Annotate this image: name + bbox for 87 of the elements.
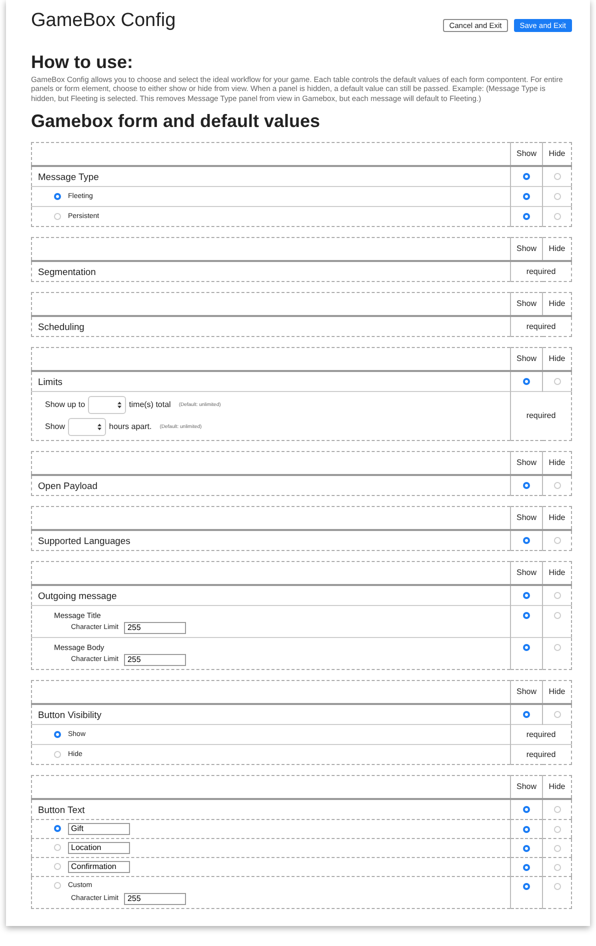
hide-radio[interactable] bbox=[554, 612, 560, 620]
hide-radio[interactable] bbox=[554, 213, 560, 220]
panel-title: Limits bbox=[32, 370, 510, 392]
button-text-field[interactable]: Location bbox=[68, 842, 130, 854]
option-radio[interactable] bbox=[54, 882, 61, 889]
page-title: GameBox Config bbox=[31, 10, 176, 32]
show-radio[interactable] bbox=[523, 193, 530, 200]
panel-title: Segmentation bbox=[32, 260, 510, 282]
hide-radio[interactable] bbox=[554, 173, 560, 180]
hide-radio[interactable] bbox=[554, 193, 560, 200]
required-label: required bbox=[510, 260, 572, 282]
column-header: Hide bbox=[542, 451, 572, 475]
show-radio[interactable] bbox=[523, 482, 530, 490]
hide-radio[interactable] bbox=[554, 806, 560, 814]
option-radio[interactable] bbox=[54, 750, 61, 758]
show-radio[interactable] bbox=[523, 378, 530, 386]
limit-label: Show up to bbox=[45, 400, 86, 410]
hide-radio[interactable] bbox=[554, 644, 560, 652]
show-radio[interactable] bbox=[523, 711, 530, 718]
show-radio[interactable] bbox=[523, 826, 530, 834]
panel-title: Supported Languages bbox=[32, 530, 510, 550]
stepper-icon bbox=[97, 422, 102, 431]
hide-radio[interactable] bbox=[554, 378, 560, 386]
option-radio[interactable] bbox=[54, 825, 61, 832]
hide-radio[interactable] bbox=[554, 864, 560, 872]
column-header: Hide bbox=[542, 292, 572, 316]
column-header: Show bbox=[510, 451, 542, 475]
section-heading: How to use: bbox=[31, 52, 134, 73]
hide-radio[interactable] bbox=[554, 883, 560, 890]
column-header: Hide bbox=[542, 347, 572, 371]
column-header: Show bbox=[510, 775, 542, 799]
hide-radio[interactable] bbox=[554, 711, 560, 718]
panel-title: Message Type bbox=[32, 166, 510, 186]
option-radio[interactable] bbox=[54, 730, 61, 738]
character-limit-field[interactable]: 255 bbox=[124, 622, 186, 634]
limit-label: Show bbox=[45, 422, 66, 432]
hide-radio[interactable] bbox=[554, 592, 560, 600]
panel-title: Scheduling bbox=[32, 316, 510, 336]
hide-radio[interactable] bbox=[554, 537, 560, 544]
show-radio[interactable] bbox=[523, 864, 530, 872]
option-radio[interactable] bbox=[54, 844, 61, 852]
column-header: Show bbox=[510, 680, 542, 704]
column-header: Hide bbox=[542, 775, 572, 799]
column-header: Show bbox=[510, 292, 542, 316]
column-header: Show bbox=[510, 142, 542, 166]
option-radio[interactable] bbox=[54, 863, 61, 870]
column-header: Show bbox=[510, 347, 542, 371]
hide-radio[interactable] bbox=[554, 826, 560, 834]
option-radio[interactable] bbox=[54, 212, 61, 220]
section-heading: Gamebox form and default values bbox=[31, 110, 322, 132]
show-radio[interactable] bbox=[523, 612, 530, 620]
column-header: Show bbox=[510, 561, 542, 585]
column-header: Hide bbox=[542, 142, 572, 166]
show-radio[interactable] bbox=[523, 845, 530, 852]
column-header: Show bbox=[510, 506, 542, 530]
required-label: required bbox=[510, 391, 572, 440]
column-header: Hide bbox=[542, 237, 572, 261]
option-radio[interactable] bbox=[54, 192, 61, 200]
limit-label: hours apart. bbox=[109, 422, 152, 432]
show-radio[interactable] bbox=[523, 173, 530, 180]
required-label: required bbox=[510, 316, 572, 336]
column-header: Hide bbox=[542, 680, 572, 704]
panel-title: Open Payload bbox=[32, 474, 510, 496]
hide-radio[interactable] bbox=[554, 482, 560, 490]
stepper-icon bbox=[117, 400, 122, 409]
column-header: Hide bbox=[542, 561, 572, 585]
character-limit-field[interactable]: 255 bbox=[124, 892, 186, 905]
show-radio[interactable] bbox=[523, 592, 530, 600]
number-field[interactable] bbox=[68, 418, 106, 436]
button-text-field[interactable]: Confirmation bbox=[68, 860, 130, 873]
column-header: Show bbox=[510, 237, 542, 261]
show-radio[interactable] bbox=[523, 644, 530, 652]
show-radio[interactable] bbox=[523, 213, 530, 220]
required-label: required bbox=[510, 744, 572, 764]
button-text-field[interactable]: Gift bbox=[68, 822, 130, 835]
show-radio[interactable] bbox=[523, 883, 530, 890]
panel-title: Button Visibility bbox=[32, 704, 510, 724]
column-header: Hide bbox=[542, 506, 572, 530]
show-radio[interactable] bbox=[523, 806, 530, 814]
character-limit-field[interactable]: 255 bbox=[124, 654, 186, 666]
limit-label: time(s) total bbox=[129, 400, 171, 410]
panel-title: Outgoing message bbox=[32, 584, 510, 606]
hide-radio[interactable] bbox=[554, 845, 560, 852]
number-field[interactable] bbox=[88, 396, 126, 414]
show-radio[interactable] bbox=[523, 537, 530, 544]
panel-title: Button Text bbox=[32, 798, 510, 820]
required-label: required bbox=[510, 724, 572, 744]
